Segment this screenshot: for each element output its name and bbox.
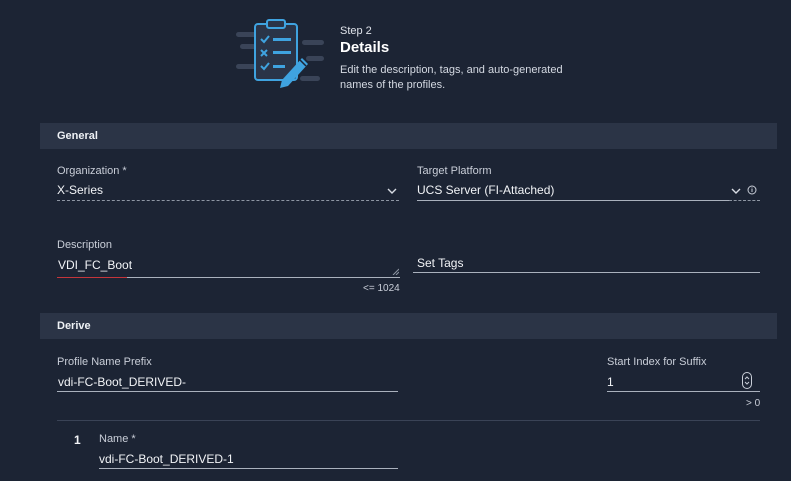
prefix-underline: [57, 391, 398, 392]
start-index-hint: > 0: [746, 398, 761, 409]
spellcheck-underline: [57, 277, 127, 278]
name-underline: [99, 468, 398, 469]
target-platform-select[interactable]: UCS Server (FI-Attached): [417, 180, 741, 202]
start-index-underline: [607, 391, 760, 392]
start-index-stepper[interactable]: 1: [607, 371, 760, 392]
name-input[interactable]: vdi-FC-Boot_DERIVED-1: [99, 448, 398, 469]
section-header-general: General: [40, 123, 777, 149]
tags-underline: [413, 272, 760, 273]
target-platform-underline-ext: [729, 200, 760, 201]
start-index-value: 1: [607, 375, 614, 389]
description-value: VDI_FC_Boot: [58, 258, 133, 272]
start-index-label: Start Index for Suffix: [607, 356, 707, 368]
prefix-label: Profile Name Prefix: [57, 356, 152, 368]
resize-handle-icon[interactable]: [392, 268, 399, 275]
stepper-icon[interactable]: [742, 372, 752, 389]
page-title: Details: [340, 39, 390, 56]
organization-select[interactable]: X-Series: [57, 180, 399, 202]
name-value: vdi-FC-Boot_DERIVED-1: [99, 452, 234, 466]
prefix-value: vdi-FC-Boot_DERIVED-: [58, 375, 187, 389]
tags-input[interactable]: Set Tags: [413, 252, 760, 273]
description-limit-hint: <= 1024: [363, 283, 400, 294]
description-label: Description: [57, 239, 113, 251]
target-platform-label: Target Platform: [417, 165, 492, 177]
row-index: 1: [74, 433, 81, 447]
description-underline: [127, 277, 400, 278]
section-header-derive: Derive: [40, 313, 777, 339]
row-divider: [57, 420, 760, 421]
chevron-down-icon: [731, 188, 741, 194]
organization-underline: [57, 200, 399, 201]
organization-label: Organization *: [57, 165, 127, 177]
step-number: Step 2: [340, 25, 372, 37]
description-textarea[interactable]: VDI_FC_Boot: [57, 254, 400, 278]
chevron-down-icon: [387, 188, 397, 194]
prefix-input[interactable]: vdi-FC-Boot_DERIVED-: [57, 371, 398, 392]
target-platform-value: UCS Server (FI-Attached): [417, 183, 555, 197]
step-description: Edit the description, tags, and auto-gen…: [340, 64, 563, 91]
info-icon[interactable]: [747, 185, 757, 195]
name-label: Name *: [99, 433, 136, 445]
step-illustration: [236, 14, 326, 96]
tags-placeholder: Set Tags: [417, 256, 464, 270]
checklist-icon: [236, 19, 324, 88]
target-platform-underline: [417, 200, 729, 201]
organization-value: X-Series: [57, 183, 104, 197]
